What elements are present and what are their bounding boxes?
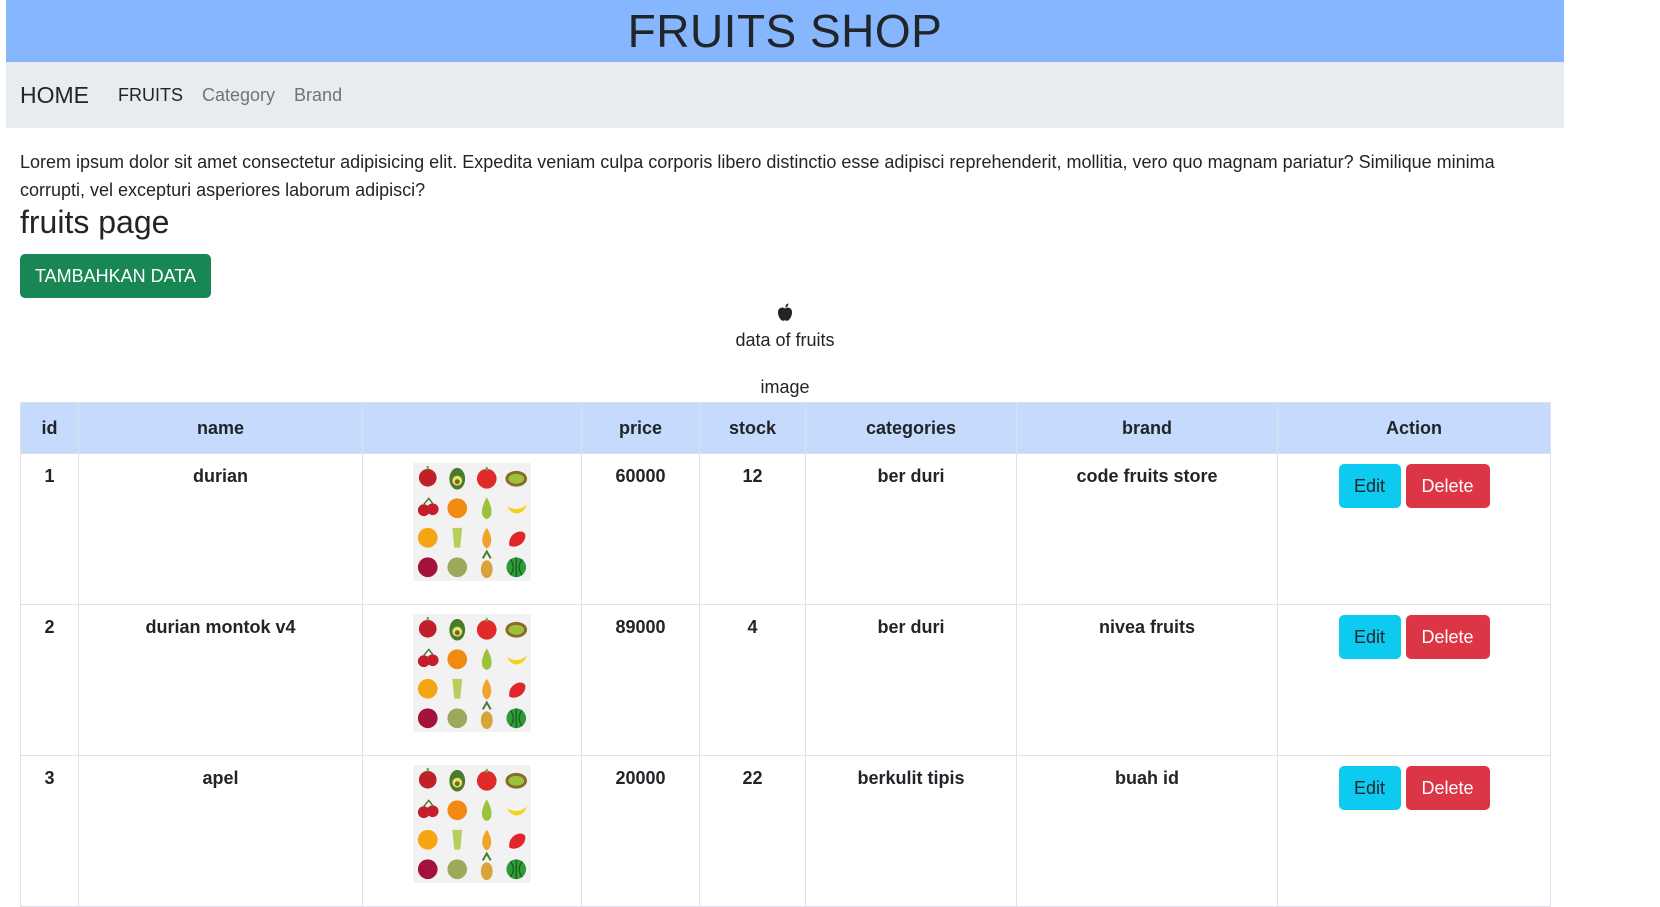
cell-stock: 12 [699, 453, 806, 605]
cell-id: 2 [20, 604, 79, 756]
edit-button[interactable]: Edit [1338, 464, 1401, 508]
cell-stock: 22 [699, 755, 806, 907]
nav-home-link[interactable]: HOME [20, 82, 89, 109]
page-title: fruits page [20, 204, 170, 240]
page: FRUITS SHOP HOME FRUITS Category Brand L… [0, 0, 1660, 907]
header-price: price [581, 402, 700, 454]
header-action: Action [1277, 402, 1551, 454]
cell-action: Edit Delete [1277, 453, 1551, 605]
table-row: 1 durian 60000 12 ber duri code fruits s… [20, 453, 1551, 605]
cell-brand: buah id [1016, 755, 1278, 907]
cell-name: apel [78, 755, 363, 907]
add-data-button[interactable]: TAMBAHKAN DATA [20, 254, 211, 298]
delete-button[interactable]: Delete [1405, 615, 1490, 659]
apple-icon [777, 303, 793, 321]
header-stock: stock [699, 402, 806, 454]
cell-name: durian [78, 453, 363, 605]
fruit-image [413, 765, 531, 883]
header-name: name [78, 402, 363, 454]
cell-id: 3 [20, 755, 79, 907]
nav-link-brand[interactable]: Brand [294, 85, 342, 106]
cell-name: durian montok v4 [78, 604, 363, 756]
cell-brand: code fruits store [1016, 453, 1278, 605]
intro-paragraph: Lorem ipsum dolor sit amet consectetur a… [20, 152, 1495, 200]
header-categories: categories [805, 402, 1017, 454]
cell-price: 20000 [581, 755, 700, 907]
navbar: HOME FRUITS Category Brand [6, 62, 1564, 128]
table-row: 3 apel 20000 22 berkulit tipis buah id E… [20, 755, 1551, 907]
cell-stock: 4 [699, 604, 806, 756]
cell-category: ber duri [805, 453, 1017, 605]
cell-action: Edit Delete [1277, 755, 1551, 907]
cell-image [362, 453, 582, 605]
cell-id: 1 [20, 453, 79, 605]
nav-link-category[interactable]: Category [202, 85, 275, 106]
header-id: id [20, 402, 79, 454]
cell-image [362, 755, 582, 907]
delete-button[interactable]: Delete [1405, 464, 1490, 508]
table-caption: data of fruits [735, 330, 835, 350]
delete-button[interactable]: Delete [1405, 766, 1490, 810]
edit-button[interactable]: Edit [1338, 766, 1401, 810]
fruits-table: id name price stock categories brand Act… [20, 402, 1551, 907]
cell-category: ber duri [805, 604, 1017, 756]
header-brand: brand [1016, 402, 1278, 454]
cell-price: 60000 [581, 453, 700, 605]
cell-price: 89000 [581, 604, 700, 756]
table-row: 2 durian montok v4 89000 4 ber duri nive… [20, 604, 1551, 756]
fruit-image [413, 463, 531, 581]
site-header: FRUITS SHOP [6, 0, 1564, 62]
header-image [362, 402, 582, 454]
cell-category: berkulit tipis [805, 755, 1017, 907]
image-caption: image [760, 377, 810, 397]
edit-button[interactable]: Edit [1338, 615, 1401, 659]
site-title: FRUITS SHOP [627, 5, 943, 57]
fruit-image [413, 614, 531, 732]
cell-brand: nivea fruits [1016, 604, 1278, 756]
nav-links: FRUITS Category Brand [118, 85, 361, 106]
nav-link-fruits[interactable]: FRUITS [118, 85, 183, 106]
table-header-row: id name price stock categories brand Act… [20, 402, 1551, 454]
cell-action: Edit Delete [1277, 604, 1551, 756]
cell-image [362, 604, 582, 756]
